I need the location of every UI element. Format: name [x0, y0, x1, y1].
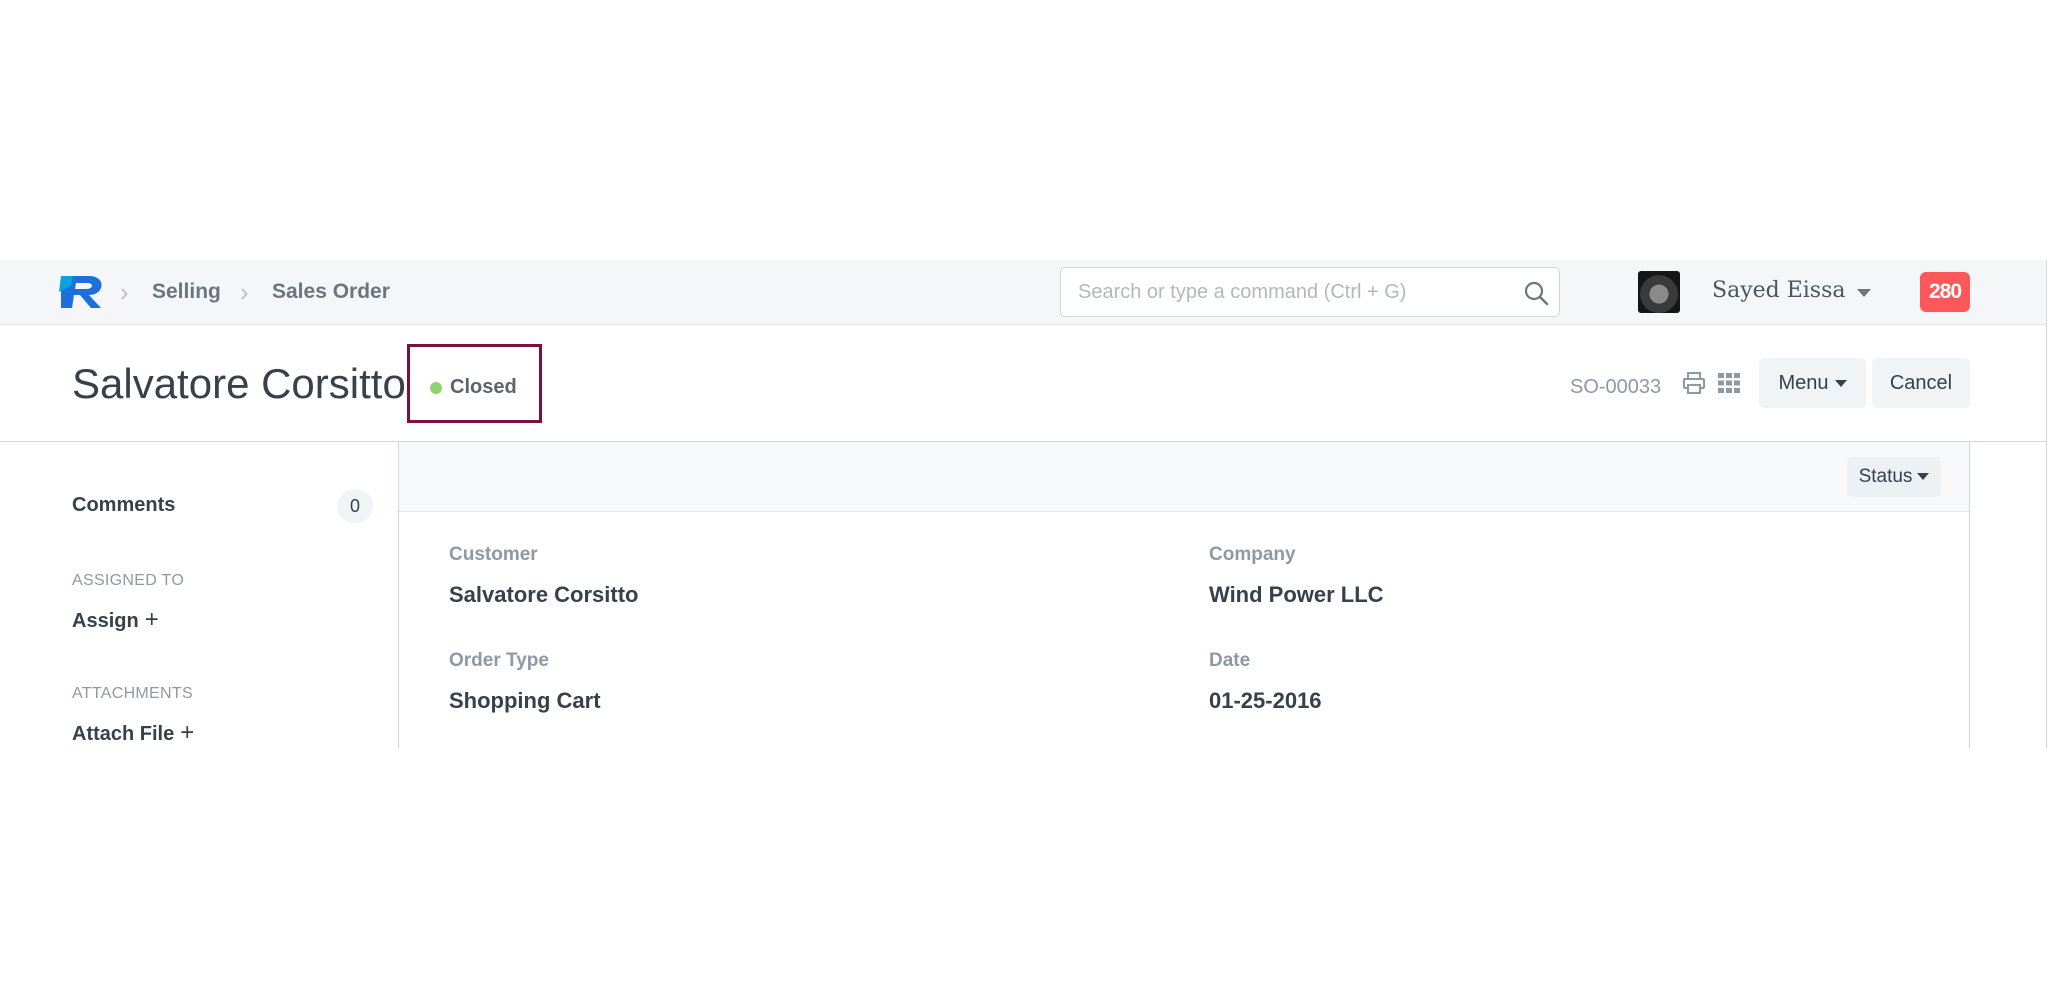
- search-icon[interactable]: [1523, 280, 1549, 306]
- app-logo-icon[interactable]: [59, 274, 105, 310]
- form-toolbar: Status: [399, 442, 1969, 512]
- cancel-button[interactable]: Cancel: [1872, 358, 1970, 408]
- assign-button[interactable]: Assign +: [72, 606, 159, 634]
- caret-down-icon[interactable]: [1857, 289, 1871, 297]
- attach-file-button[interactable]: Attach File +: [72, 719, 194, 747]
- plus-icon: +: [144, 606, 159, 633]
- comments-label[interactable]: Comments: [72, 494, 175, 517]
- company-value[interactable]: Wind Power LLC: [1209, 582, 1384, 608]
- user-name[interactable]: Sayed Eissa: [1712, 277, 1846, 305]
- status-button-label: Status: [1858, 466, 1913, 487]
- customer-label: Customer: [449, 544, 538, 565]
- caret-down-icon: [1834, 380, 1847, 388]
- attach-file-label: Attach File: [72, 723, 175, 745]
- plus-icon: +: [180, 719, 195, 746]
- date-label: Date: [1209, 650, 1251, 671]
- navbar: › Selling › Sales Order Sayed Eissa 280: [0, 260, 2046, 325]
- customer-value[interactable]: Salvatore Corsitto: [449, 582, 639, 608]
- comments-count-badge: 0: [337, 489, 373, 523]
- status-highlight-box: Closed: [407, 344, 542, 423]
- attachments-heading: ATTACHMENTS: [72, 685, 193, 702]
- page: › Selling › Sales Order Sayed Eissa 280 …: [0, 0, 2052, 1008]
- chevron-right-icon: ›: [240, 277, 249, 307]
- date-value[interactable]: 01-25-2016: [1209, 688, 1322, 714]
- search-input[interactable]: [1061, 268, 1501, 316]
- order-type-value[interactable]: Shopping Cart: [449, 688, 601, 714]
- breadcrumb-selling[interactable]: Selling: [152, 280, 221, 304]
- grid-icon[interactable]: [1717, 371, 1741, 395]
- search-box: [1060, 267, 1560, 317]
- chevron-right-icon: ›: [120, 277, 129, 307]
- breadcrumb-sales-order[interactable]: Sales Order: [272, 280, 390, 304]
- caret-down-icon: [1917, 473, 1930, 481]
- notification-badge[interactable]: 280: [1920, 272, 1970, 312]
- page-head: Salvatore Corsitto Closed SO-00033 Menu …: [0, 325, 2046, 442]
- form-layout: Status Customer Salvatore Corsitto Compa…: [399, 442, 1970, 748]
- form-sidebar: Comments 0 ASSIGNED TO Assign + ATTACHMEN…: [0, 442, 398, 748]
- status-dropdown-button[interactable]: Status: [1847, 457, 1941, 497]
- page-right-border: [2046, 260, 2047, 748]
- avatar[interactable]: [1638, 271, 1680, 313]
- company-label: Company: [1209, 544, 1296, 565]
- page-title: Salvatore Corsitto: [72, 360, 406, 407]
- document-name: SO-00033: [1570, 376, 1662, 398]
- assigned-to-heading: ASSIGNED TO: [72, 572, 185, 589]
- order-type-label: Order Type: [449, 650, 549, 671]
- menu-button[interactable]: Menu: [1759, 358, 1866, 408]
- status-indicator: Closed: [450, 376, 517, 398]
- assign-label: Assign: [72, 610, 139, 632]
- status-dot-icon: [430, 382, 442, 394]
- print-icon[interactable]: [1682, 371, 1706, 395]
- menu-button-label: Menu: [1778, 372, 1829, 394]
